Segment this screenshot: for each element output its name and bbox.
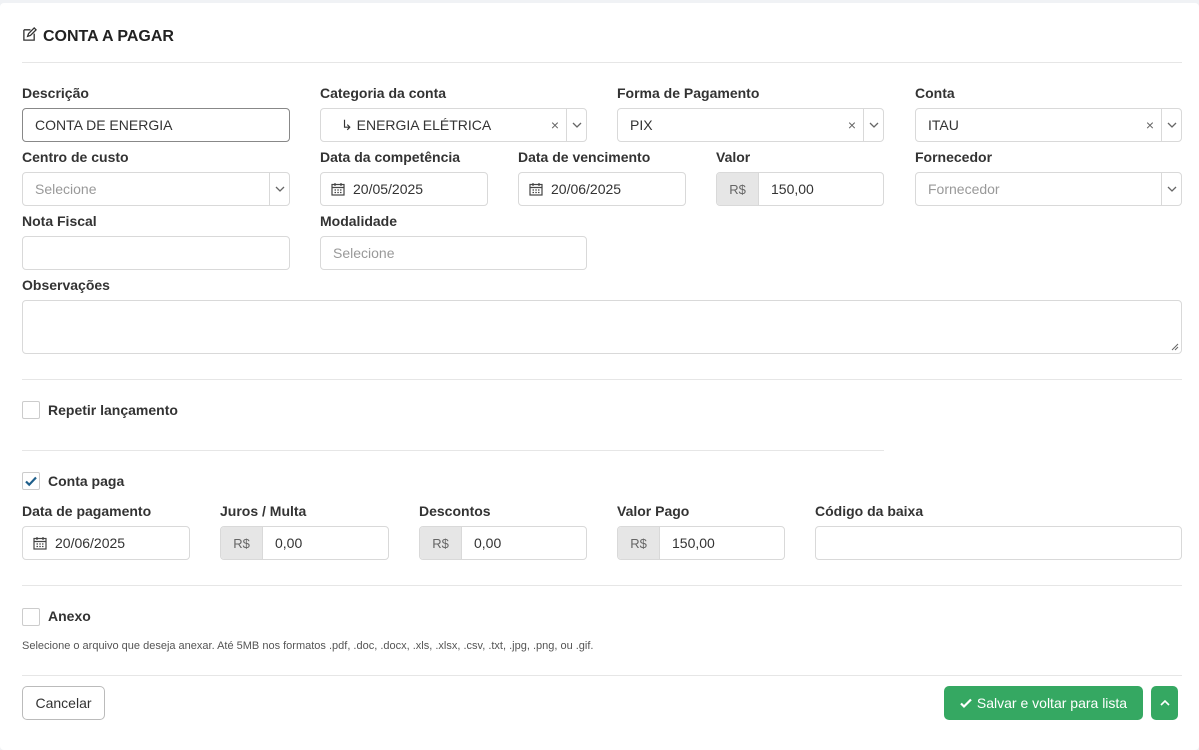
valor-input[interactable]: R$ 150,00 — [716, 172, 884, 206]
categoria-select[interactable]: ↳ ENERGIA ELÉTRICA × — [320, 108, 587, 142]
anexo-checkbox[interactable] — [22, 608, 40, 626]
data-competencia-input[interactable]: 20/05/2025 — [320, 172, 488, 206]
valor-pago-label: Valor Pago — [617, 503, 690, 519]
descontos-label: Descontos — [419, 503, 491, 519]
currency-prefix: R$ — [221, 527, 263, 559]
form-card: CONTA A PAGAR Descrição CONTA DE ENERGIA… — [0, 3, 1199, 750]
valor-pago-input[interactable]: R$ 150,00 — [617, 526, 785, 560]
juros-multa-label: Juros / Multa — [220, 503, 307, 519]
data-pagamento-label: Data de pagamento — [22, 503, 152, 519]
clear-icon[interactable]: × — [841, 117, 863, 133]
save-button-label: Salvar e voltar para lista — [976, 695, 1128, 711]
juros-multa-value: 0,00 — [275, 535, 303, 551]
nota-fiscal-input[interactable] — [22, 236, 290, 270]
divider — [22, 450, 884, 451]
chevron-down-icon[interactable] — [1161, 109, 1181, 141]
chevron-down-icon[interactable] — [566, 109, 586, 141]
calendar-icon — [331, 182, 345, 196]
repetir-checkbox[interactable] — [22, 401, 40, 419]
nota-fiscal-label: Nota Fiscal — [22, 213, 97, 229]
forma-pagamento-select[interactable]: PIX × — [617, 108, 884, 142]
chevron-up-icon — [1159, 699, 1170, 706]
more-options-button[interactable] — [1151, 686, 1178, 720]
descricao-value: CONTA DE ENERGIA — [35, 117, 173, 133]
descricao-input[interactable]: CONTA DE ENERGIA — [22, 108, 290, 142]
divider — [22, 585, 1182, 586]
calendar-icon — [529, 182, 543, 196]
page-title-text: CONTA A PAGAR — [43, 28, 174, 45]
descontos-value: 0,00 — [474, 535, 502, 551]
fornecedor-placeholder: Fornecedor — [928, 181, 1000, 197]
data-vencimento-value: 20/06/2025 — [551, 181, 622, 197]
data-vencimento-input[interactable]: 20/06/2025 — [518, 172, 686, 206]
calendar-icon — [33, 536, 47, 550]
codigo-baixa-input[interactable] — [815, 526, 1182, 560]
clear-icon[interactable]: × — [544, 117, 566, 133]
categoria-value: ↳ ENERGIA ELÉTRICA — [341, 116, 492, 133]
check-icon — [25, 476, 37, 487]
observacoes-textarea[interactable] — [22, 300, 1182, 354]
categoria-label: Categoria da conta — [320, 85, 447, 101]
data-pagamento-value: 20/06/2025 — [55, 535, 126, 551]
data-competencia-value: 20/05/2025 — [353, 181, 424, 197]
anexo-label[interactable]: Anexo — [48, 608, 91, 624]
anexo-help-text: Selecione o arquivo que deseja anexar. A… — [22, 640, 594, 652]
valor-label: Valor — [716, 149, 751, 165]
currency-prefix: R$ — [717, 173, 759, 205]
centro-custo-placeholder: Selecione — [35, 181, 97, 197]
data-pagamento-input[interactable]: 20/06/2025 — [22, 526, 190, 560]
divider — [22, 62, 1182, 63]
forma-pagamento-value: PIX — [630, 117, 653, 133]
forma-pagamento-label: Forma de Pagamento — [617, 85, 760, 101]
conta-paga-label[interactable]: Conta paga — [48, 473, 124, 489]
fornecedor-select[interactable]: Fornecedor — [915, 172, 1182, 206]
edit-icon — [22, 27, 37, 47]
modalidade-select[interactable]: Selecione — [320, 236, 587, 270]
currency-prefix: R$ — [420, 527, 462, 559]
centro-custo-select[interactable]: Selecione — [22, 172, 290, 206]
resize-handle-icon[interactable] — [1171, 343, 1179, 351]
centro-custo-label: Centro de custo — [22, 149, 129, 165]
observacoes-label: Observações — [22, 277, 110, 293]
chevron-down-icon[interactable] — [1161, 173, 1181, 205]
descontos-input[interactable]: R$ 0,00 — [419, 526, 587, 560]
conta-select[interactable]: ITAU × — [915, 108, 1182, 142]
modalidade-placeholder: Selecione — [333, 245, 395, 261]
descricao-label: Descrição — [22, 85, 89, 101]
divider — [22, 379, 1182, 380]
page-title: CONTA A PAGAR — [22, 27, 174, 47]
valor-value: 150,00 — [771, 181, 814, 197]
divider — [22, 675, 1182, 676]
clear-icon[interactable]: × — [1139, 117, 1161, 133]
chevron-down-icon[interactable] — [863, 109, 883, 141]
check-icon — [960, 698, 972, 709]
codigo-baixa-label: Código da baixa — [815, 503, 924, 519]
data-competencia-label: Data da competência — [320, 149, 461, 165]
conta-label: Conta — [915, 85, 955, 101]
fornecedor-label: Fornecedor — [915, 149, 993, 165]
data-vencimento-label: Data de vencimento — [518, 149, 651, 165]
modalidade-label: Modalidade — [320, 213, 398, 229]
conta-value: ITAU — [928, 117, 959, 133]
valor-pago-value: 150,00 — [672, 535, 715, 551]
save-and-back-button[interactable]: Salvar e voltar para lista — [944, 686, 1143, 720]
currency-prefix: R$ — [618, 527, 660, 559]
chevron-down-icon[interactable] — [269, 173, 289, 205]
repetir-label[interactable]: Repetir lançamento — [48, 402, 178, 418]
juros-multa-input[interactable]: R$ 0,00 — [220, 526, 389, 560]
cancel-button[interactable]: Cancelar — [22, 686, 105, 720]
conta-paga-checkbox[interactable] — [22, 472, 40, 490]
